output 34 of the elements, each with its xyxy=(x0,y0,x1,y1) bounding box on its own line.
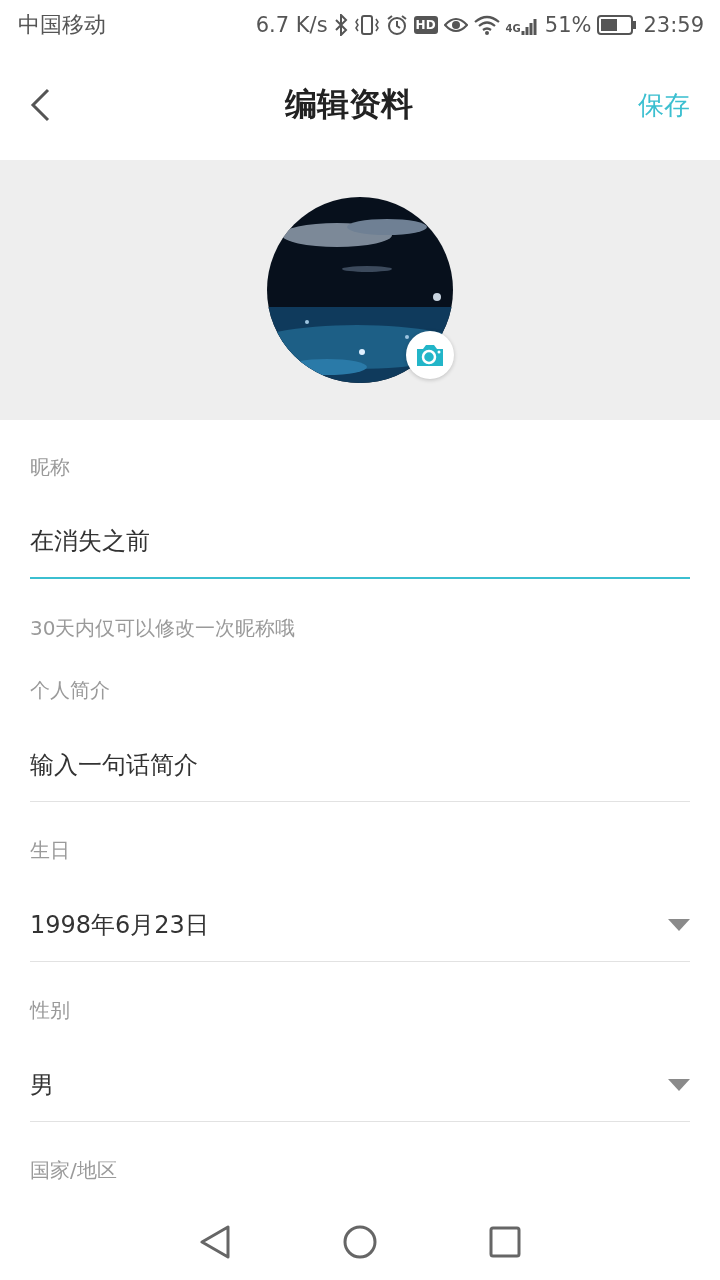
circle-home-icon xyxy=(343,1225,377,1259)
nav-back-button[interactable] xyxy=(199,1225,231,1259)
text-field[interactable]: 在消失之前 xyxy=(30,481,690,579)
camera-icon xyxy=(415,343,445,367)
alarm-icon xyxy=(385,14,408,36)
network-speed: 6.7 K/s xyxy=(255,13,328,37)
clock-time: 23:59 xyxy=(643,13,704,37)
text-field[interactable]: 输入一句话简介 xyxy=(30,704,690,802)
triangle-back-icon xyxy=(199,1225,231,1259)
battery-icon xyxy=(597,15,638,35)
field-label: 个人简介 xyxy=(30,677,111,704)
field-label: 性别 xyxy=(30,997,71,1024)
eye-icon xyxy=(443,16,468,34)
back-icon xyxy=(30,88,50,122)
field-label: 国家/地区 xyxy=(30,1157,118,1184)
carrier-name: 中国移动 xyxy=(18,11,107,39)
battery-percent: 51% xyxy=(544,13,592,37)
hd-badge: HD xyxy=(413,16,438,34)
dropdown-field[interactable]: 1998年6月23日 xyxy=(30,894,690,955)
vibrate-icon xyxy=(353,14,380,36)
nav-recents-button[interactable] xyxy=(489,1226,521,1258)
field-label: 昵称 xyxy=(30,454,71,481)
dropdown-arrow-icon xyxy=(668,918,690,931)
page-title: 编辑资料 xyxy=(285,84,413,125)
camera-button[interactable] xyxy=(406,331,454,379)
helper-text: 30天内仅可以修改一次昵称哦 xyxy=(30,615,297,642)
field-label: 生日 xyxy=(30,837,71,864)
wifi-icon xyxy=(473,15,500,35)
dropdown-arrow-icon xyxy=(668,1078,690,1091)
network-type: 4G xyxy=(505,23,521,34)
square-recents-icon xyxy=(489,1226,521,1258)
bluetooth-icon xyxy=(333,14,348,36)
nav-home-button[interactable] xyxy=(343,1225,377,1259)
dropdown-field[interactable]: 男 xyxy=(30,1054,690,1115)
